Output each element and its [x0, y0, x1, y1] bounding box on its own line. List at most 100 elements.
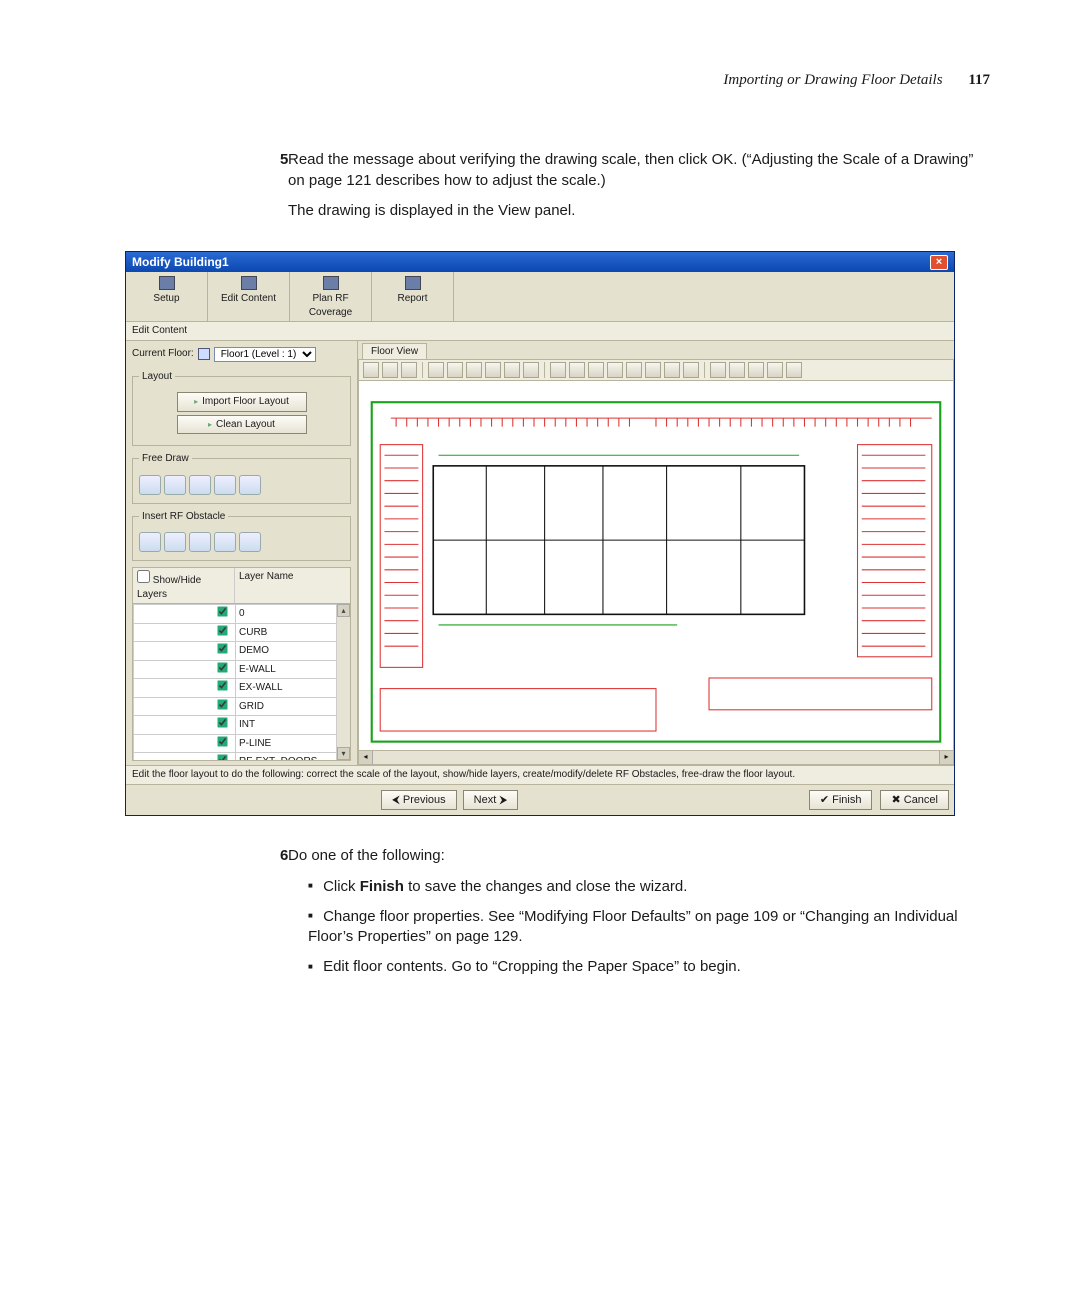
layers-toggle-all[interactable] [137, 570, 150, 583]
setup-icon [159, 276, 175, 290]
layer-name-header: Layer Name [235, 568, 297, 603]
import-floor-layout-button[interactable]: Import Floor Layout [177, 392, 307, 412]
floor-plan-canvas[interactable] [358, 381, 954, 751]
layer-name-cell: RF-EXT_DOORS [236, 753, 350, 761]
zoom-in-icon[interactable] [466, 362, 482, 378]
print-icon[interactable] [523, 362, 539, 378]
tool-b-icon[interactable] [729, 362, 745, 378]
horizontal-scrollbar[interactable]: ◂ ▸ [358, 751, 954, 765]
scroll-right-icon[interactable]: ▸ [939, 751, 953, 764]
obstacle-tool-1[interactable] [139, 532, 161, 552]
undo-icon[interactable] [588, 362, 604, 378]
step-6-bullet-3: Edit floor contents. Go to “Cropping the… [308, 957, 990, 977]
layer-visibility-checkbox[interactable] [217, 754, 227, 760]
layer-visibility-checkbox[interactable] [217, 699, 227, 709]
scroll-up-icon[interactable]: ▴ [337, 604, 350, 617]
layer-visibility-checkbox[interactable] [217, 606, 227, 616]
draw-tool-3[interactable] [189, 475, 211, 495]
obstacle-tool-5[interactable] [239, 532, 261, 552]
fit-icon[interactable] [428, 362, 444, 378]
redo-icon[interactable] [607, 362, 623, 378]
floor-view-panel: Floor View [358, 341, 954, 766]
running-head: Importing or Drawing Floor Details 117 [90, 70, 990, 90]
zoom-out-icon[interactable] [485, 362, 501, 378]
list-icon[interactable] [504, 362, 520, 378]
draw-tool-1[interactable] [139, 475, 161, 495]
step-6: 6 Do one of the following: Click Finish … [90, 846, 990, 987]
layer-visibility-checkbox[interactable] [217, 680, 227, 690]
layer-row: 0 [134, 605, 350, 624]
layer-row: INT [134, 716, 350, 735]
step-5-text-2: The drawing is displayed in the View pan… [288, 201, 990, 221]
sidebar: Current Floor: Floor1 (Level : 1) Layout… [126, 341, 358, 766]
edit-icon[interactable] [382, 362, 398, 378]
floor-plan-drawing [359, 381, 953, 751]
tab-plan-rf[interactable]: Plan RF Coverage [290, 272, 372, 321]
floor-view-tab[interactable]: Floor View [362, 343, 427, 360]
draw-tool-2[interactable] [164, 475, 186, 495]
tool-c-icon[interactable] [748, 362, 764, 378]
grid-icon[interactable] [401, 362, 417, 378]
current-floor-label: Current Floor: [132, 347, 194, 361]
layer-visibility-checkbox[interactable] [217, 643, 227, 653]
obstacle-tool-3[interactable] [189, 532, 211, 552]
window-title: Modify Building1 [132, 254, 229, 270]
previous-button[interactable]: ⮜ Previous [381, 790, 457, 811]
layer-visibility-checkbox[interactable] [217, 736, 227, 746]
cut-icon[interactable] [363, 362, 379, 378]
layer-name-cell: INT [236, 716, 350, 735]
copy-icon[interactable] [550, 362, 566, 378]
page-number: 117 [968, 72, 990, 88]
tool-a-icon[interactable] [710, 362, 726, 378]
toolbar-sep [544, 362, 545, 378]
draw-tool-4[interactable] [214, 475, 236, 495]
layer-visibility-checkbox[interactable] [217, 625, 227, 635]
layer-name-cell: DEMO [236, 642, 350, 661]
work-area: Current Floor: Floor1 (Level : 1) Layout… [126, 341, 954, 766]
obstacle-tool-4[interactable] [214, 532, 236, 552]
insert-rf-obstacle-group: Insert RF Obstacle [132, 510, 351, 562]
layers-icon[interactable] [683, 362, 699, 378]
finish-button[interactable]: ✔ Finish [809, 790, 873, 811]
layer-row: GRID [134, 697, 350, 716]
rf-obstacle-tools [139, 532, 344, 552]
paste-icon[interactable] [569, 362, 585, 378]
zoom-icon[interactable] [447, 362, 463, 378]
layers-list: 0CURBDEMOE-WALLEX-WALLGRIDINTP-LINERF-EX… [133, 604, 350, 760]
current-floor-row: Current Floor: Floor1 (Level : 1) [132, 345, 351, 368]
step-5-text-1: Read the message about verifying the dra… [288, 150, 990, 191]
layer-visibility-checkbox[interactable] [217, 717, 227, 727]
align-center-icon[interactable] [645, 362, 661, 378]
layer-row: P-LINE [134, 734, 350, 753]
tab-setup[interactable]: Setup [126, 272, 208, 321]
tab-report[interactable]: Report [372, 272, 454, 321]
layer-row: DEMO [134, 642, 350, 661]
align-right-icon[interactable] [664, 362, 680, 378]
tool-e-icon[interactable] [786, 362, 802, 378]
report-icon [405, 276, 421, 290]
draw-tool-5[interactable] [239, 475, 261, 495]
main-toolbar: Setup Edit Content Plan RF Coverage Repo… [126, 272, 954, 322]
tab-edit-content[interactable]: Edit Content [208, 272, 290, 321]
layers-header: Show/Hide Layers Layer Name [133, 568, 350, 604]
layer-visibility-checkbox[interactable] [217, 662, 227, 672]
scroll-down-icon[interactable]: ▾ [337, 747, 350, 760]
toolbar-sep [704, 362, 705, 378]
section-title: Importing or Drawing Floor Details [723, 72, 942, 88]
step-number: 5 [90, 150, 280, 231]
floor-icon [198, 348, 210, 360]
layer-row: E-WALL [134, 660, 350, 679]
free-draw-legend: Free Draw [139, 452, 192, 466]
floor-view-toolbar [358, 359, 954, 381]
tool-d-icon[interactable] [767, 362, 783, 378]
next-button[interactable]: Next ⮞ [463, 790, 519, 811]
cancel-button[interactable]: ✖ Cancel [880, 790, 949, 811]
align-left-icon[interactable] [626, 362, 642, 378]
obstacle-tool-2[interactable] [164, 532, 186, 552]
close-icon[interactable]: × [930, 255, 948, 270]
layers-scrollbar[interactable]: ▴ ▾ [336, 604, 350, 760]
current-floor-select[interactable]: Floor1 (Level : 1) [214, 347, 316, 362]
clean-layout-button[interactable]: Clean Layout [177, 415, 307, 435]
scroll-left-icon[interactable]: ◂ [359, 751, 373, 764]
layer-name-cell: 0 [236, 605, 350, 624]
